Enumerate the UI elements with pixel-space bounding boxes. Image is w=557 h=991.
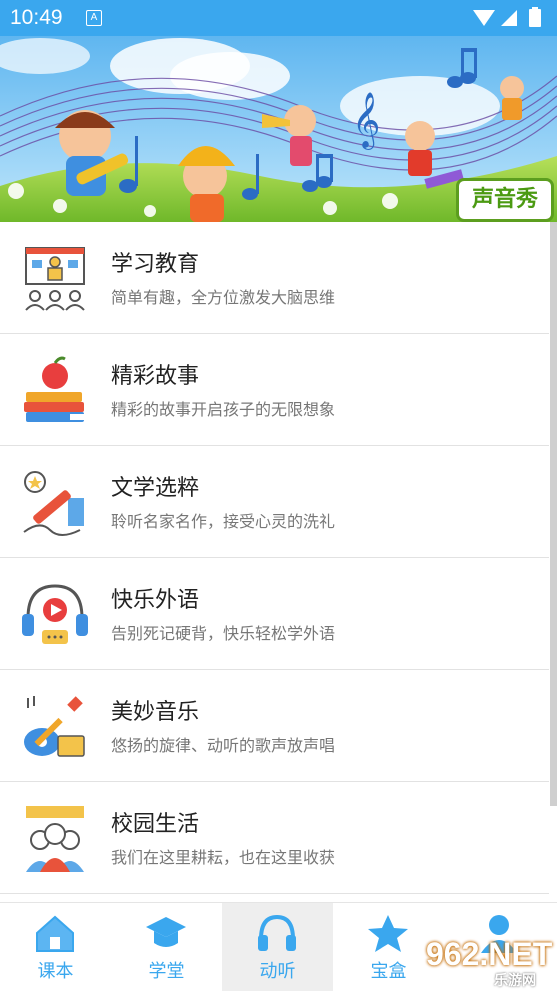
tab-listen[interactable]: 动听 xyxy=(222,903,333,991)
list-item-title: 文学选粹 xyxy=(111,476,200,501)
tab-label: 课本 xyxy=(37,961,74,982)
classroom-icon xyxy=(25,247,85,311)
watermark-text: 962.NET xyxy=(426,936,553,972)
pen-writing-icon xyxy=(23,471,84,536)
guitar-icon xyxy=(24,696,85,757)
headphones-play-icon xyxy=(22,584,88,644)
system-status-icons xyxy=(473,7,541,27)
list-item-subtitle: 精彩的故事开启孩子的无限想象 xyxy=(111,400,336,419)
svg-text:𝄞: 𝄞 xyxy=(352,92,380,150)
watermark-subtext: 乐游网 xyxy=(494,973,536,989)
tab-label: 学堂 xyxy=(148,961,185,982)
status-time: 10:49 xyxy=(10,6,63,29)
headphones-icon xyxy=(258,914,296,951)
tab-label: 动听 xyxy=(259,961,296,982)
banner-illustration[interactable]: 𝄞 声音秀 xyxy=(0,36,557,222)
star-icon xyxy=(368,915,408,952)
wifi-icon xyxy=(473,10,495,26)
notification-icon: A xyxy=(86,10,102,26)
tab-school[interactable]: 学堂 xyxy=(111,903,222,991)
banner-badge: 声音秀 xyxy=(456,178,554,222)
list-item-title: 美妙音乐 xyxy=(111,700,200,725)
list-item[interactable]: 学习教育 简单有趣，全方位激发大脑思维 xyxy=(0,222,549,334)
battery-icon xyxy=(529,9,541,27)
house-icon xyxy=(36,915,74,952)
list-item-title: 校园生活 xyxy=(111,812,200,837)
list-item[interactable]: 美妙音乐 悠扬的旋律、动听的歌声放声唱 xyxy=(0,670,549,782)
list-item[interactable]: 文学选粹 聆听名家名作，接受心灵的洗礼 xyxy=(0,446,549,558)
list-item-title: 快乐外语 xyxy=(111,588,200,613)
list-item-title: 学习教育 xyxy=(111,252,200,277)
scrollbar[interactable] xyxy=(550,222,557,806)
list-item-subtitle: 悠扬的旋律、动听的歌声放声唱 xyxy=(111,736,336,755)
tab-textbook[interactable]: 课本 xyxy=(0,903,111,991)
category-list: 学习教育 简单有趣，全方位激发大脑思维 精彩故事 精彩的故事开启孩子的无限想象 … xyxy=(0,222,549,894)
list-item-subtitle: 简单有趣，全方位激发大脑思维 xyxy=(111,288,336,307)
list-item-subtitle: 我们在这里耕耘，也在这里收获 xyxy=(111,848,336,867)
status-bar: 10:49 A xyxy=(0,0,557,36)
list-item-subtitle: 聆听名家名作，接受心灵的洗礼 xyxy=(111,512,336,531)
list-item[interactable]: 快乐外语 告别死记硬背，快乐轻松学外语 xyxy=(0,558,549,670)
list-item-title: 精彩故事 xyxy=(111,364,200,389)
graduation-cap-icon xyxy=(146,917,186,947)
list-item-subtitle: 告别死记硬背，快乐轻松学外语 xyxy=(111,624,336,643)
list-item[interactable]: 校园生活 我们在这里耕耘，也在这里收获 xyxy=(0,782,549,894)
watermark-logo: 962.NET 乐游网 xyxy=(418,936,557,990)
students-icon xyxy=(26,806,84,872)
list-item[interactable]: 精彩故事 精彩的故事开启孩子的无限想象 xyxy=(0,334,549,446)
books-apple-icon xyxy=(24,356,84,422)
signal-icon xyxy=(501,10,517,26)
